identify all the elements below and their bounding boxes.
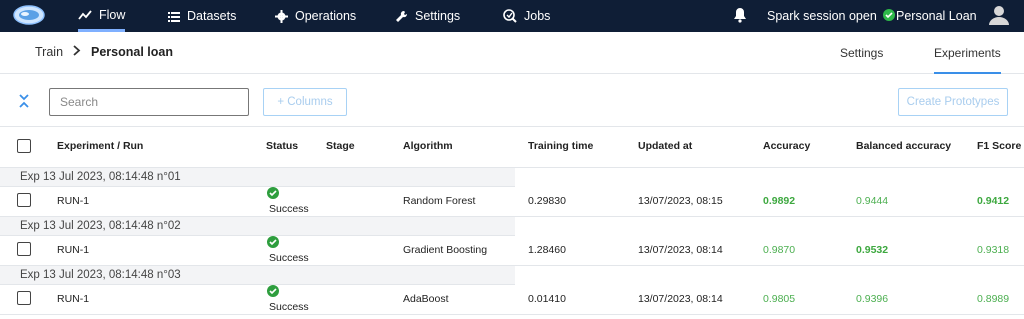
gear-icon (275, 9, 288, 23)
flow-icon (78, 9, 92, 21)
balanced-accuracy-cell: 0.9396 (856, 293, 889, 305)
training-time-cell: 0.29830 (528, 195, 566, 207)
notifications-button[interactable] (733, 0, 747, 32)
f1-cell: 0.9318 (977, 244, 1010, 256)
session-status: Spark session open (767, 0, 895, 32)
experiment-group-label[interactable]: Exp 13 Jul 2023, 08:14:48 n°03 (0, 266, 515, 285)
nav-datasets[interactable]: Datasets (168, 0, 236, 32)
run-name[interactable]: RUN-1 (57, 195, 89, 207)
success-check-icon (267, 187, 279, 199)
row-checkbox[interactable] (17, 193, 31, 207)
collapse-all-icon[interactable] (17, 93, 31, 109)
header-accuracy[interactable]: Accuracy (763, 140, 810, 152)
updated-at-cell: 13/07/2023, 08:14 (638, 293, 723, 305)
add-columns-button[interactable]: + Columns (263, 88, 347, 116)
jobs-icon (503, 9, 517, 23)
breadcrumb-current: Personal loan (91, 45, 173, 59)
experiment-group-label[interactable]: Exp 13 Jul 2023, 08:14:48 n°01 (0, 168, 515, 187)
success-check-icon (267, 236, 279, 248)
wrench-icon (395, 10, 408, 23)
nav-settings-label: Settings (415, 9, 461, 23)
session-status-label: Spark session open (767, 9, 877, 23)
select-all-checkbox[interactable] (17, 139, 31, 153)
tab-experiments[interactable]: Experiments (934, 46, 1001, 74)
header-updated-at[interactable]: Updated at (638, 140, 692, 152)
run-name[interactable]: RUN-1 (57, 244, 89, 256)
app-logo[interactable] (12, 3, 46, 27)
list-icon (168, 11, 180, 22)
status-text: Success (269, 203, 309, 215)
status-text: Success (269, 301, 309, 313)
tab-settings[interactable]: Settings (840, 46, 883, 60)
breadcrumb: Train Personal loan (35, 45, 173, 59)
f1-cell: 0.9412 (977, 195, 1010, 207)
top-navbar: Flow Datasets Operations Settings Jobs S… (0, 0, 1024, 32)
nav-operations[interactable]: Operations (275, 0, 356, 32)
breadcrumb-parent[interactable]: Train (35, 45, 63, 59)
training-time-cell: 0.01410 (528, 293, 566, 305)
nav-jobs-label: Jobs (524, 9, 551, 23)
user-icon (988, 4, 1010, 29)
experiment-group-label[interactable]: Exp 13 Jul 2023, 08:14:48 n°02 (0, 217, 515, 236)
project-selector[interactable]: Personal Loan (896, 0, 977, 32)
nav-flow-label: Flow (99, 7, 126, 22)
row-checkbox[interactable] (17, 291, 31, 305)
bell-icon (733, 7, 747, 26)
experiments-table: Experiment / Run Status Stage Algorithm … (0, 126, 1024, 319)
accuracy-cell: 0.9892 (763, 195, 796, 207)
header-algorithm[interactable]: Algorithm (403, 140, 453, 152)
header-f1[interactable]: F1 Score (977, 140, 1021, 152)
accuracy-cell: 0.9805 (763, 293, 796, 305)
status-text: Success (269, 252, 309, 264)
nav-datasets-label: Datasets (187, 9, 237, 23)
row-divider (0, 314, 1024, 315)
check-circle-icon (882, 8, 895, 24)
chevron-right-icon (73, 45, 81, 59)
row-checkbox[interactable] (17, 242, 31, 256)
algorithm-cell: Gradient Boosting (403, 244, 488, 256)
header-status[interactable]: Status (266, 140, 298, 152)
user-avatar[interactable] (988, 0, 1010, 32)
page-subheader: Train Personal loan Settings Experiments (0, 32, 1024, 74)
f1-cell: 0.8989 (977, 293, 1010, 305)
updated-at-cell: 13/07/2023, 08:14 (638, 244, 723, 256)
project-name: Personal Loan (896, 9, 977, 23)
header-training-time[interactable]: Training time (528, 140, 593, 152)
balanced-accuracy-cell: 0.9444 (856, 195, 889, 207)
training-time-cell: 1.28460 (528, 244, 566, 256)
success-check-icon (267, 285, 279, 297)
updated-at-cell: 13/07/2023, 08:15 (638, 195, 723, 207)
nav-jobs[interactable]: Jobs (503, 0, 550, 32)
header-balanced-accuracy[interactable]: Balanced accuracy (856, 140, 951, 152)
run-name[interactable]: RUN-1 (57, 293, 89, 305)
create-prototypes-button[interactable]: Create Prototypes (898, 88, 1008, 116)
header-stage[interactable]: Stage (326, 140, 355, 152)
search-input[interactable] (49, 88, 249, 116)
algorithm-cell: AdaBoost (403, 293, 449, 305)
table-toolbar: + Columns Create Prototypes (0, 74, 1024, 126)
nav-operations-label: Operations (295, 9, 357, 23)
header-experiment[interactable]: Experiment / Run (57, 140, 143, 152)
nav-flow[interactable]: Flow (78, 0, 126, 32)
algorithm-cell: Random Forest (403, 195, 476, 207)
balanced-accuracy-cell: 0.9532 (856, 244, 889, 256)
nav-settings[interactable]: Settings (395, 0, 460, 32)
accuracy-cell: 0.9870 (763, 244, 796, 256)
